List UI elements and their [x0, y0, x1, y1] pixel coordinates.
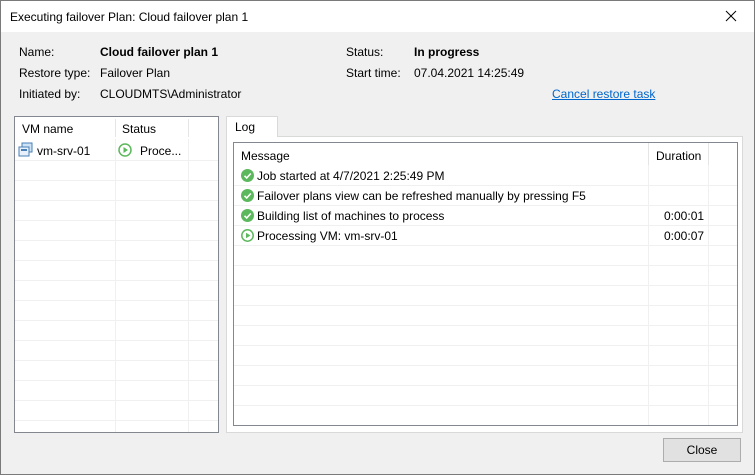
close-button[interactable]: Close: [663, 438, 741, 462]
vm-icon: [18, 142, 33, 157]
start-time-value: 07.04.2021 14:25:49: [414, 66, 525, 80]
grid-line: [15, 340, 218, 341]
grid-line: [234, 405, 737, 406]
name-value: Cloud failover plan 1: [100, 45, 219, 59]
status-column-header[interactable]: Status: [122, 122, 156, 136]
grid-line: [15, 360, 218, 361]
grid-line: [15, 240, 218, 241]
in-progress-play-icon: [118, 143, 132, 157]
initiated-by-label: Initiated by:: [19, 87, 81, 101]
success-check-icon: [241, 209, 254, 222]
log-message: Building list of machines to process: [257, 209, 445, 223]
message-column-header[interactable]: Message: [241, 149, 290, 163]
grid-line: [234, 305, 737, 306]
log-message: Job started at 4/7/2021 2:25:49 PM: [257, 169, 445, 183]
in-progress-play-icon: [241, 229, 254, 242]
grid-line: [15, 380, 218, 381]
grid-line: [15, 300, 218, 301]
restore-type-value: Failover Plan: [100, 66, 171, 80]
grid-line: [15, 220, 218, 221]
grid-line: [15, 320, 218, 321]
log-message: Failover plans view can be refreshed man…: [257, 189, 586, 203]
grid-line: [15, 400, 218, 401]
grid-line: [188, 139, 189, 432]
grid-line: [115, 139, 116, 432]
grid-line: [234, 325, 737, 326]
log-row[interactable]: Job started at 4/7/2021 2:25:49 PM: [234, 166, 737, 186]
initiated-by-value: CLOUDMTS\Administrator: [100, 87, 242, 101]
log-message: Processing VM: vm-srv-01: [257, 229, 398, 243]
failover-dialog: Executing failover Plan: Cloud failover …: [0, 0, 755, 475]
status-value: In progress: [414, 45, 480, 59]
tab-log-label: Log: [235, 120, 256, 134]
grid-line: [234, 265, 737, 266]
grid-line: [15, 280, 218, 281]
window-close-button[interactable]: [708, 1, 754, 32]
log-row[interactable]: Failover plans view can be refreshed man…: [234, 186, 737, 206]
vm-list-row[interactable]: vm-srv-01 Proce...: [15, 140, 218, 160]
start-time-label: Start time:: [346, 66, 401, 80]
cancel-restore-link[interactable]: Cancel restore task: [552, 87, 655, 101]
grid-line: [15, 420, 218, 421]
tab-log[interactable]: Log: [226, 116, 278, 137]
vm-name-column-header[interactable]: VM name: [22, 122, 73, 136]
column-divider: [648, 143, 649, 165]
grid-line: [234, 365, 737, 366]
vm-list[interactable]: VM name Status vm-srv-01 Proce...: [14, 116, 219, 433]
column-divider: [708, 143, 709, 165]
window-title: Executing failover Plan: Cloud failover …: [10, 10, 249, 24]
title-bar: Executing failover Plan: Cloud failover …: [1, 1, 754, 32]
restore-type-label: Restore type:: [19, 66, 91, 80]
vm-name: vm-srv-01: [37, 144, 91, 158]
column-divider: [188, 119, 189, 137]
duration-column-header[interactable]: Duration: [656, 149, 701, 163]
log-table[interactable]: Message Duration Job started at 4/7/2021…: [233, 142, 738, 426]
log-duration: 0:00:07: [664, 229, 705, 243]
grid-line: [234, 385, 737, 386]
log-row[interactable]: Building list of machines to process 0:0…: [234, 206, 737, 226]
grid-line: [15, 160, 218, 161]
vm-status: Proce...: [140, 144, 182, 158]
name-label: Name:: [19, 45, 55, 59]
grid-line: [234, 285, 737, 286]
grid-line: [15, 180, 218, 181]
close-icon: [725, 10, 737, 22]
grid-line: [15, 260, 218, 261]
grid-line: [234, 345, 737, 346]
success-check-icon: [241, 189, 254, 202]
success-check-icon: [241, 169, 254, 182]
status-label: Status:: [346, 45, 384, 59]
column-divider: [115, 119, 116, 137]
grid-line: [15, 200, 218, 201]
log-row[interactable]: Processing VM: vm-srv-01 0:00:07: [234, 226, 737, 246]
log-duration: 0:00:01: [664, 209, 705, 223]
